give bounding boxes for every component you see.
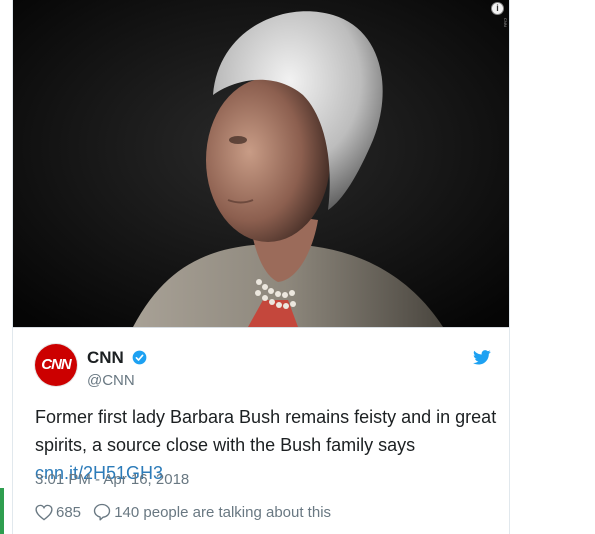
tweet-author[interactable]: CNN CNN @CNN: [35, 344, 495, 394]
author-handle[interactable]: @CNN: [87, 372, 135, 389]
avatar[interactable]: CNN: [35, 344, 77, 386]
tweet-photo[interactable]: i CNN: [13, 0, 509, 328]
portrait-illustration: [13, 0, 509, 327]
left-edge-marker: [0, 488, 4, 534]
tweet-body: Former first lady Barbara Bush remains f…: [35, 407, 497, 455]
info-icon[interactable]: i: [492, 3, 503, 14]
conversation-button[interactable]: 140 people are talking about this: [93, 503, 331, 521]
heart-icon: [35, 504, 53, 521]
tweet-actions: 685 140 people are talking about this: [35, 503, 331, 523]
discussion-count: 140 people are talking about this: [114, 504, 332, 522]
twitter-bird-icon[interactable]: [473, 350, 491, 365]
author-name[interactable]: CNN: [87, 348, 124, 367]
embedded-tweet-card[interactable]: i CNN CNN CNN @CNN Former first lady Bar…: [12, 0, 510, 534]
speech-bubble-icon: [94, 503, 111, 521]
like-button[interactable]: 685: [35, 504, 89, 521]
like-count: 685: [56, 503, 82, 521]
verified-badge-icon: [132, 350, 147, 365]
cnn-logo-icon: CNN: [41, 356, 72, 373]
tweet-timestamp[interactable]: 3:01 PM - Apr 16, 2018: [35, 471, 189, 488]
photo-credit: CNN: [503, 18, 508, 27]
author-name-row[interactable]: CNN: [87, 348, 147, 368]
